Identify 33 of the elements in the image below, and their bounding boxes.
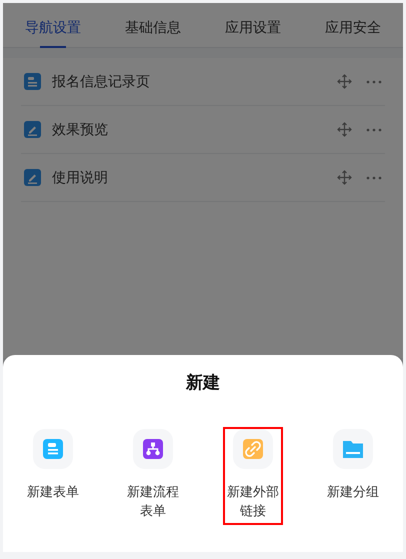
tab[interactable]: 应用设置 [203,3,303,47]
tab[interactable]: 导航设置 [3,3,103,47]
edit-icon [24,169,41,186]
more-icon[interactable] [366,176,382,180]
nav-item-label: 报名信息记录页 [52,72,151,91]
tab-underline [40,46,66,48]
flowchart-icon [143,438,163,458]
document-icon [24,73,41,90]
option-label: 新建表单 [26,482,80,500]
folder-icon [342,438,364,458]
move-icon[interactable] [337,74,352,89]
option-label: 新建外部链接 [226,482,280,520]
tab[interactable]: 基础信息 [103,3,203,47]
more-icon[interactable] [366,128,382,132]
nav-item-label: 使用说明 [52,168,109,187]
move-icon[interactable] [337,122,352,137]
edit-icon [24,121,41,138]
create-option[interactable]: 新建外部链接 [225,428,281,522]
create-option[interactable]: 新建表单 [25,428,81,522]
move-icon[interactable] [337,170,352,185]
more-icon[interactable] [366,80,382,84]
tab[interactable]: 应用安全 [303,3,403,47]
create-option[interactable]: 新建分组 [325,428,381,522]
form-icon [43,438,63,458]
option-label: 新建流程表单 [126,482,180,520]
create-option[interactable]: 新建流程表单 [125,428,181,522]
nav-item[interactable]: 报名信息记录页 [21,58,385,106]
nav-item-label: 效果预览 [52,120,109,139]
nav-item[interactable]: 使用说明 [21,154,385,202]
link-icon [243,438,263,458]
sheet-title: 新建 [186,372,220,394]
option-label: 新建分组 [326,482,380,500]
nav-item[interactable]: 效果预览 [21,106,385,154]
